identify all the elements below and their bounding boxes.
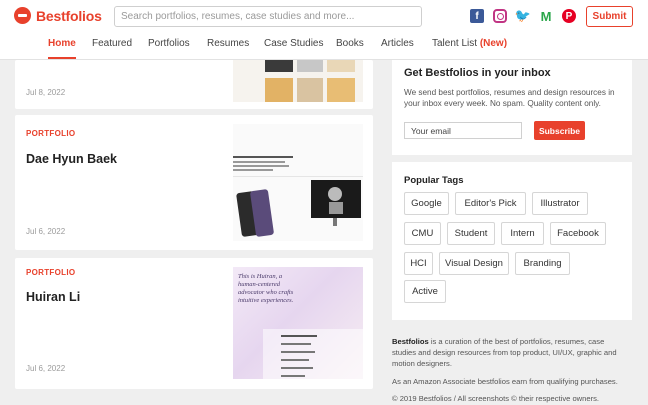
newsletter-box: Get Bestfolios in your inbox We send bes… bbox=[392, 60, 632, 155]
twitter-icon[interactable]: 🐦 bbox=[515, 8, 531, 23]
main-nav: Home Featured Portfolios Resumes Case St… bbox=[0, 38, 648, 60]
new-badge: (New) bbox=[479, 38, 508, 49]
footer-brand: Bestfolios bbox=[392, 337, 429, 346]
footer-affiliate: As an Amazon Associate bestfolios earn f… bbox=[392, 377, 618, 386]
card-thumbnail bbox=[233, 60, 363, 102]
brand-name: Bestfolios bbox=[36, 7, 102, 24]
nav-talent-list[interactable]: Talent List (New) bbox=[432, 38, 507, 60]
logo-icon bbox=[14, 7, 31, 24]
popular-tags-box: Popular Tags Google Editor's Pick Illust… bbox=[392, 162, 632, 320]
tag-editors-pick[interactable]: Editor's Pick bbox=[455, 192, 526, 215]
tag-visual-design[interactable]: Visual Design bbox=[439, 252, 509, 275]
tag-student[interactable]: Student bbox=[447, 222, 495, 245]
card-thumbnail bbox=[233, 124, 363, 241]
email-field[interactable] bbox=[404, 122, 522, 139]
nav-resumes[interactable]: Resumes bbox=[207, 38, 249, 60]
card-category: PORTFOLIO bbox=[26, 129, 76, 138]
nav-featured[interactable]: Featured bbox=[92, 38, 132, 60]
footer-about: Bestfolios is a curation of the best of … bbox=[392, 336, 628, 369]
search-input[interactable] bbox=[114, 6, 422, 27]
newsletter-title: Get Bestfolios in your inbox bbox=[404, 67, 551, 79]
logo[interactable]: Bestfolios bbox=[14, 7, 102, 24]
tag-cmu[interactable]: CMU bbox=[404, 222, 441, 245]
instagram-icon[interactable] bbox=[493, 9, 507, 23]
card-date: Jul 6, 2022 bbox=[26, 364, 66, 373]
site-header: Bestfolios f 🐦 M P Submit Home Featured … bbox=[0, 0, 648, 60]
tag-active[interactable]: Active bbox=[404, 280, 446, 303]
nav-portfolios[interactable]: Portfolios bbox=[148, 38, 190, 60]
portfolio-card[interactable]: PORTFOLIO Huiran Li Jul 6, 2022 This is … bbox=[15, 258, 373, 389]
thumbnail-list bbox=[263, 329, 363, 379]
card-name[interactable]: Huiran Li bbox=[26, 290, 80, 304]
pinterest-icon[interactable]: P bbox=[562, 9, 576, 23]
card-name[interactable]: Dae Hyun Baek bbox=[26, 152, 117, 166]
tag-illustrator[interactable]: Illustrator bbox=[532, 192, 588, 215]
tag-intern[interactable]: Intern bbox=[501, 222, 544, 245]
portfolio-card[interactable]: PORTFOLIO Dae Hyun Baek Jul 6, 2022 bbox=[15, 115, 373, 250]
tag-facebook[interactable]: Facebook bbox=[550, 222, 606, 245]
portfolio-card[interactable]: Jul 8, 2022 bbox=[15, 60, 373, 109]
medium-icon[interactable]: M bbox=[539, 9, 553, 24]
tag-hci[interactable]: HCI bbox=[404, 252, 433, 275]
newsletter-description: We send best portfolios, resumes and des… bbox=[404, 88, 615, 108]
site-footer: Bestfolios is a curation of the best of … bbox=[392, 336, 628, 404]
nav-talent-list-label: Talent List bbox=[432, 38, 478, 49]
card-date: Jul 6, 2022 bbox=[26, 227, 66, 236]
card-category: PORTFOLIO bbox=[26, 268, 76, 277]
nav-books[interactable]: Books bbox=[336, 38, 364, 60]
tag-branding[interactable]: Branding bbox=[515, 252, 570, 275]
popular-tags-title: Popular Tags bbox=[404, 175, 464, 186]
thumbnail-preview bbox=[233, 156, 363, 237]
nav-home[interactable]: Home bbox=[48, 38, 76, 60]
nav-articles[interactable]: Articles bbox=[381, 38, 414, 60]
subscribe-button[interactable]: Subscribe bbox=[534, 121, 585, 140]
thumbnail-preview bbox=[265, 60, 355, 102]
nav-case-studies[interactable]: Case Studies bbox=[264, 38, 323, 60]
tag-google[interactable]: Google bbox=[404, 192, 449, 215]
facebook-icon[interactable]: f bbox=[470, 9, 484, 23]
submit-button[interactable]: Submit bbox=[586, 6, 633, 27]
card-date: Jul 8, 2022 bbox=[26, 88, 66, 97]
footer-copyright: © 2019 Bestfolios / All screenshots © th… bbox=[392, 394, 600, 403]
card-thumbnail: This is Huiran, a human-centered advocat… bbox=[233, 267, 363, 379]
